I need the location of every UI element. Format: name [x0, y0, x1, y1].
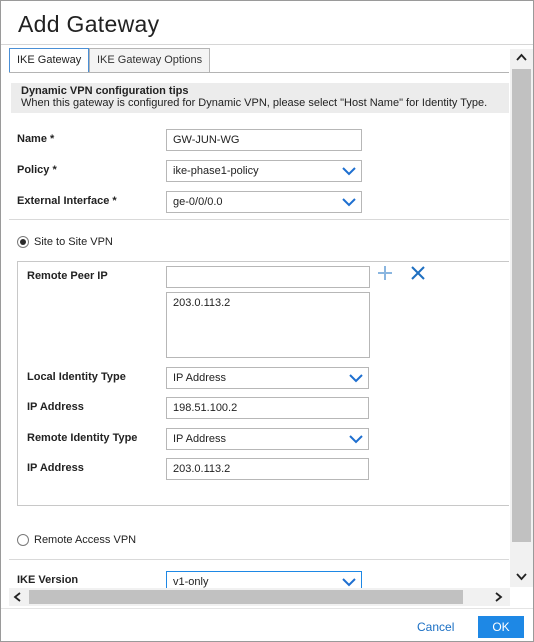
plus-icon[interactable] [377, 265, 393, 281]
triangle-left-icon[interactable] [9, 588, 27, 606]
triangle-down-icon[interactable] [510, 567, 533, 585]
ike-version-select[interactable]: v1-only [166, 571, 362, 588]
remote-ip-field[interactable]: 203.0.113.2 [166, 458, 369, 480]
horizontal-scroll-thumb[interactable] [29, 590, 463, 604]
chevron-down-icon [342, 578, 356, 587]
section-divider [9, 219, 509, 220]
remote-peer-ip-label: Remote Peer IP [27, 270, 108, 282]
remote-identity-type-select[interactable]: IP Address [166, 428, 369, 450]
tips-text: When this gateway is configured for Dyna… [21, 97, 488, 109]
section-divider [9, 559, 509, 560]
tab-ike-gateway[interactable]: IKE Gateway [9, 48, 90, 73]
vertical-scroll-thumb[interactable] [512, 69, 531, 542]
remote-access-label: Remote Access VPN [34, 534, 137, 546]
triangle-right-icon[interactable] [489, 588, 507, 606]
horizontal-scrollbar[interactable] [9, 588, 510, 606]
footer-divider [1, 608, 533, 609]
name-field[interactable]: GW-JUN-WG [166, 129, 362, 151]
chevron-down-icon [349, 374, 363, 383]
local-identity-type-select[interactable]: IP Address [166, 367, 369, 389]
remote-identity-type-value: IP Address [173, 433, 226, 445]
local-ip-field[interactable]: 198.51.100.2 [166, 397, 369, 419]
tips-heading: Dynamic VPN configuration tips [21, 85, 189, 97]
local-identity-type-value: IP Address [173, 372, 226, 384]
form-viewport: Dynamic VPN configuration tips When this… [9, 73, 509, 588]
close-icon[interactable] [410, 265, 426, 281]
triangle-up-icon[interactable] [510, 49, 533, 67]
remote-ip-label: IP Address [27, 462, 84, 474]
chevron-down-icon [342, 167, 356, 176]
external-interface-value: ge-0/0/0.0 [173, 196, 223, 208]
cancel-button[interactable]: Cancel [417, 620, 454, 634]
dialog-title: Add Gateway [18, 11, 160, 37]
local-ip-label: IP Address [27, 401, 84, 413]
external-interface-select[interactable]: ge-0/0/0.0 [166, 191, 362, 213]
title-divider [1, 44, 533, 45]
policy-select[interactable]: ike-phase1-policy [166, 160, 362, 182]
external-interface-label: External Interface * [17, 195, 117, 207]
vertical-scrollbar[interactable] [510, 49, 533, 587]
dynamic-vpn-tips: Dynamic VPN configuration tips When this… [11, 83, 509, 113]
name-label: Name * [17, 133, 55, 145]
ok-button[interactable]: OK [478, 616, 524, 638]
chevron-down-icon [342, 198, 356, 207]
site-to-site-panel: Remote Peer IP 203.0.113.2 Local Identit… [17, 261, 509, 506]
ike-version-value: v1-only [173, 576, 209, 588]
policy-label: Policy * [17, 164, 57, 176]
ike-version-label: IKE Version [17, 574, 79, 586]
local-identity-type-label: Local Identity Type [27, 371, 126, 383]
remote-access-radio[interactable] [17, 534, 29, 546]
site-to-site-radio[interactable] [17, 236, 29, 248]
chevron-down-icon [349, 435, 363, 444]
add-gateway-dialog: Add Gateway IKE Gateway IKE Gateway Opti… [0, 0, 534, 642]
remote-peer-list[interactable]: 203.0.113.2 [166, 292, 370, 358]
site-to-site-label: Site to Site VPN [34, 236, 113, 248]
policy-value: ike-phase1-policy [173, 165, 259, 177]
remote-identity-type-label: Remote Identity Type [27, 432, 138, 444]
remote-peer-ip-input[interactable] [166, 266, 370, 288]
tab-ike-gateway-options[interactable]: IKE Gateway Options [89, 48, 211, 73]
